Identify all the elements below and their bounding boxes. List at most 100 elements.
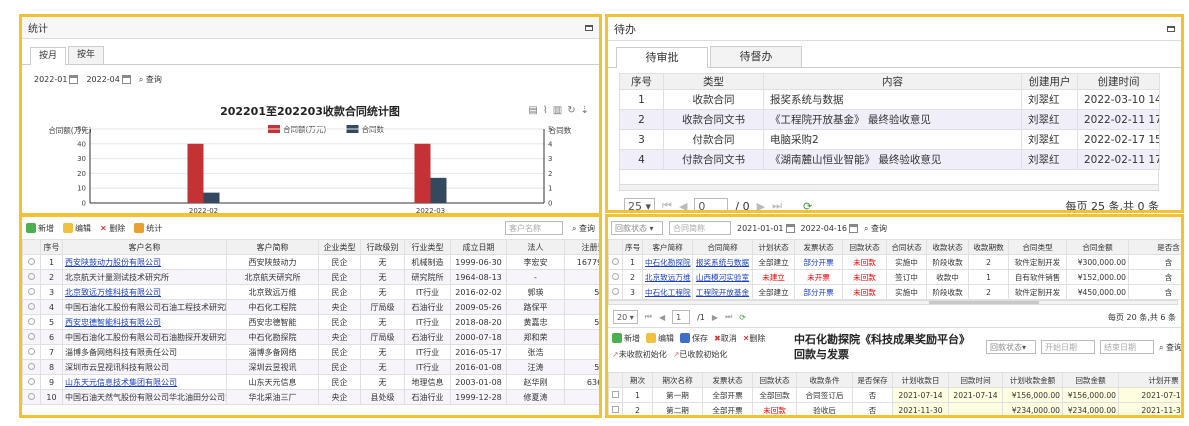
maximize-icon[interactable] — [585, 24, 593, 31]
prev-page-icon[interactable]: ◀ — [659, 313, 665, 322]
contracts-hscroll[interactable] — [608, 300, 1178, 305]
contract-date-from[interactable]: 2021-01-01 — [737, 223, 795, 233]
row-select[interactable] — [22, 374, 41, 390]
detail-query-button[interactable]: ⌕ 查询 — [1159, 342, 1181, 353]
tab-pending-supervise[interactable]: 待督办 — [710, 46, 802, 67]
calendar-icon[interactable] — [785, 223, 795, 233]
radio-icon[interactable] — [612, 287, 619, 295]
contract-link[interactable]: 报奖系统与数据 — [696, 258, 749, 267]
table-row[interactable]: 1 西安陕鼓动力股份有限公司 西安陕鼓动力 民企无机械制造 1999-06-30 李宏安 1… — [22, 254, 599, 270]
detail-cancel-button[interactable]: ✖取消 — [714, 333, 737, 344]
table-row[interactable]: 6 中国石油化工股份有限公司石油勘探开发研究院 中石化勘探院 央企 厅局级 石油行业 200… — [22, 329, 599, 345]
add-button[interactable]: 新增 — [26, 223, 54, 234]
refresh-icon[interactable]: ⟳ — [739, 313, 746, 322]
last-page-icon[interactable]: ⏭ — [772, 199, 782, 210]
row-select[interactable] — [22, 359, 41, 375]
contract-page-size[interactable]: 20 ▾ — [613, 310, 638, 324]
contract-link[interactable]: 山西模河实验室 — [696, 273, 749, 282]
edit-button[interactable]: 编辑 — [63, 223, 91, 234]
radio-icon[interactable] — [28, 332, 35, 340]
checkbox-icon[interactable] — [612, 405, 619, 413]
detail-status-select[interactable]: 回款状态 ▾ — [986, 340, 1036, 354]
table-row[interactable]: 3付款合同电脑采购2刘翠红2022-02-17 15.. — [619, 129, 1160, 150]
radio-icon[interactable] — [28, 257, 35, 265]
date-from-field[interactable]: 2022-01 — [34, 74, 79, 84]
row-select[interactable] — [22, 269, 41, 285]
page-size-select[interactable]: 25 ▾ — [624, 198, 656, 210]
radio-icon[interactable] — [612, 272, 619, 280]
row-select[interactable] — [22, 284, 41, 300]
row-select[interactable] — [22, 314, 41, 330]
date-to-field[interactable]: 2022-04 — [86, 74, 131, 84]
table-row[interactable]: 2 北京航天计量测试技术研究所 北京航天研究所 民企无研究院所 1964-08-13- — [22, 269, 599, 285]
stats-query-button[interactable]: ⌕ 查询 — [139, 74, 162, 85]
row-select[interactable] — [22, 344, 41, 360]
page-input[interactable]: 0 — [694, 198, 729, 210]
contract-page-input[interactable]: 1 — [672, 310, 691, 324]
row-select[interactable] — [608, 269, 623, 285]
todo-hscroll[interactable] — [619, 184, 1159, 191]
table-row[interactable]: 5 西安忠德智能科技有限公司 西安忠德智能 民企无 IT行业 2018-08-20 黄嘉忠 5… — [22, 314, 599, 330]
last-page-icon[interactable]: ⏭ — [725, 312, 732, 322]
prev-page-icon[interactable]: ◀ — [679, 200, 687, 211]
tab-by-year[interactable]: 按年 — [68, 46, 104, 64]
calendar-icon[interactable] — [69, 74, 79, 84]
row-select[interactable] — [608, 254, 623, 270]
stats-button[interactable]: 统计 — [134, 223, 162, 234]
checkbox-icon[interactable] — [612, 390, 619, 398]
maximize-icon[interactable] — [1167, 25, 1175, 32]
table-row[interactable]: 2 北京致远万维 山西模河实验室 未建立 未开票 未回款 签订中 收款中 1 自有软件销售 ¥152… — [608, 269, 1181, 285]
detail-save-button[interactable]: 保存 — [680, 333, 708, 344]
contract-link[interactable]: 中石化勘探院 — [645, 258, 691, 267]
next-page-icon[interactable]: ▶ — [712, 313, 718, 322]
table-row[interactable]: 1 中石化勘探院 报奖系统与数据 全部建立 部分开票 未回款 实施中 阶段收款 2 软件定制开发 ¥… — [608, 254, 1181, 270]
tab-by-month[interactable]: 按月 — [30, 47, 66, 65]
radio-icon[interactable] — [28, 347, 35, 355]
table-row[interactable]: 1 第一期 全部开票 全部回款 合同签订后否 2021-07-14 2021-07-14 ¥1… — [608, 387, 1181, 403]
table-row[interactable]: 4 中国石油化工股份有限公司石油工程技术研究院 中石化工程院 央企 厅局级 石油行业 200… — [22, 299, 599, 315]
radio-icon[interactable] — [28, 392, 35, 400]
detail-edit-button[interactable]: 编辑 — [646, 333, 674, 344]
radio-icon[interactable] — [28, 272, 35, 280]
table-row[interactable]: 3 中石化工程院 工程院开放基金 全部建立 部分开票 未回款 实施中 阶段收款 2 软件定制开发 ¥… — [608, 284, 1181, 300]
table-row[interactable]: 7 淄博多备网络科技有限责任公司 淄博多备网络 民企无 IT行业 2016-05-17 张浩 — [22, 344, 599, 360]
table-row[interactable]: 9 山东天元信息技术集团有限公司 山东天元信息 民企无地理信息 2003-01-08 赵华… — [22, 374, 599, 390]
table-row[interactable]: 8 深圳市云昱视讯科技有限公司 深圳云昱视讯 民企无 IT行业 2016-01-08 汪涛 5… — [22, 359, 599, 375]
end-date-input[interactable]: 结束日期 — [1100, 340, 1154, 354]
row-select[interactable] — [22, 389, 41, 405]
customer-name-link[interactable]: 北京致远万维科技有限公司 — [65, 288, 161, 297]
detail-add-button[interactable]: 新增 — [612, 333, 640, 344]
uninit-button[interactable]: ↗未收款初始化 — [612, 349, 667, 360]
radio-icon[interactable] — [28, 302, 35, 310]
next-page-icon[interactable]: ▶ — [757, 200, 765, 211]
start-date-input[interactable]: 开始日期 — [1041, 340, 1095, 354]
first-page-icon[interactable]: ⏮ — [645, 312, 652, 322]
radio-icon[interactable] — [612, 257, 619, 265]
table-row[interactable]: 10中国石油天然气股份有限公司华北油田分公司第三...华北采油三厂央企县处级石油… — [22, 389, 599, 405]
customer-search-input[interactable]: 客户名称 — [504, 221, 563, 235]
table-row[interactable]: 2收款合同文书《工程院开放基金》 最终验收意见刘翠红2022-02-11 17:… — [619, 109, 1160, 130]
refresh-icon[interactable]: ⟳ — [803, 200, 812, 211]
row-select[interactable] — [22, 329, 41, 345]
contract-name-input[interactable]: 合同简称 — [669, 221, 731, 235]
row-select[interactable] — [22, 299, 41, 315]
contract-date-to[interactable]: 2022-04-16 — [801, 223, 858, 233]
payment-status-select[interactable]: 回款状态 ▾ — [611, 221, 663, 235]
customer-name-link[interactable]: 西安忠德智能科技有限公司 — [65, 318, 161, 327]
calendar-icon[interactable] — [849, 223, 858, 233]
radio-icon[interactable] — [28, 362, 35, 370]
contract-link[interactable]: 工程院开放基金 — [696, 288, 749, 297]
init-button[interactable]: ↗已收款初始化 — [673, 349, 728, 360]
customer-name-link[interactable]: 西安陕鼓动力股份有限公司 — [65, 258, 161, 267]
table-row[interactable]: 1收款合同报奖系统与数据刘翠红2022-03-10 14.. — [619, 89, 1160, 110]
detail-delete-button[interactable]: ✕删除 — [743, 333, 766, 344]
tab-pending-approval[interactable]: 待审批 — [616, 47, 708, 68]
customer-query-button[interactable]: ⌕ 查询 — [572, 223, 595, 234]
radio-icon[interactable] — [28, 377, 35, 385]
contract-link[interactable]: 北京致远万维 — [645, 273, 691, 282]
radio-icon[interactable] — [28, 287, 35, 295]
delete-button[interactable]: ✕ 删除 — [100, 223, 125, 234]
row-select[interactable] — [22, 254, 41, 270]
row-select[interactable] — [608, 284, 623, 300]
contract-link[interactable]: 中石化工程院 — [645, 288, 691, 297]
